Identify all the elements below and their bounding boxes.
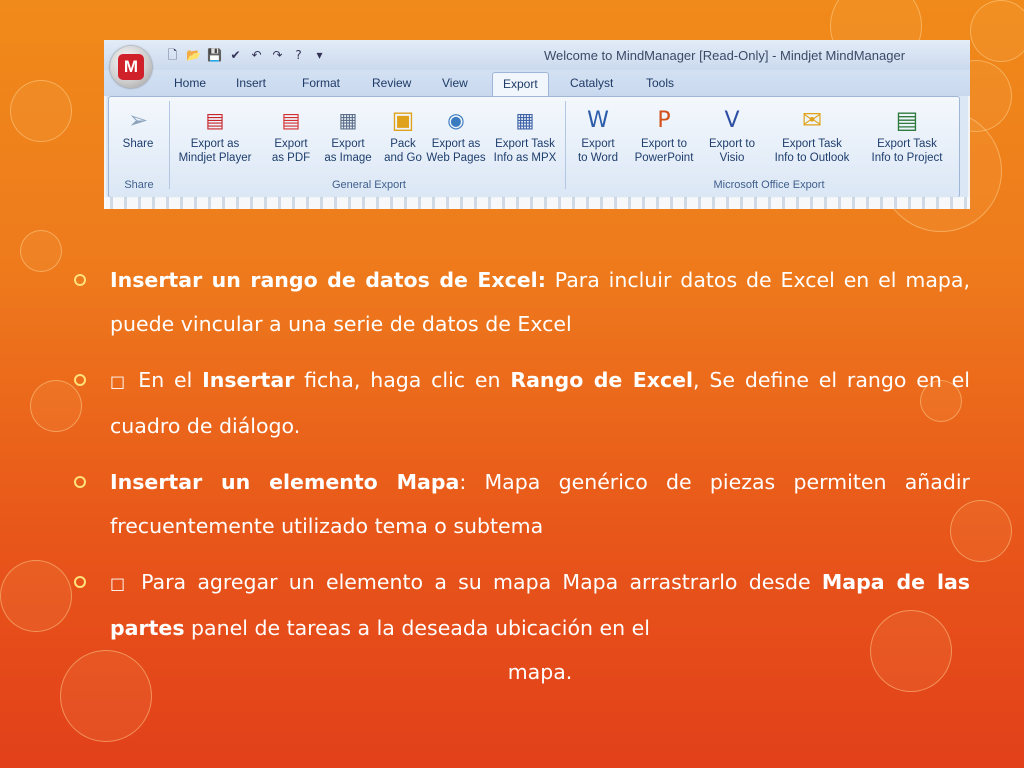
bullet-marker-icon: [74, 576, 86, 588]
bullet-item: □ En el Insertar ficha, haga clic en Ran…: [72, 358, 970, 448]
help-icon[interactable]: ?: [290, 47, 307, 63]
undo-icon[interactable]: ↶: [248, 47, 265, 63]
customize-icon[interactable]: ▾: [311, 47, 328, 63]
visio-icon: V: [724, 107, 740, 133]
window-title: Welcome to MindManager [Read-Only] - Min…: [544, 48, 906, 63]
torn-edge: [104, 197, 970, 209]
bullet-marker-icon: [74, 476, 86, 488]
web-page-icon: ◉: [447, 108, 465, 132]
tab-home[interactable]: Home: [174, 76, 206, 90]
export-task-project-button[interactable]: ▤ Export Task Info to Project: [859, 103, 955, 165]
ribbon-screenshot: 🗋 📂 💾 ✔ ↶ ↷ ? ▾ Welcome to MindManager […: [104, 40, 970, 209]
task-export-icon: ▦: [515, 108, 535, 132]
export-task-outlook-button[interactable]: ✉ Export Task Info to Outlook: [763, 103, 861, 165]
export-ribbon-panel: ➢ Share Share ▤ Export as Mindjet Player…: [108, 96, 960, 198]
tab-view[interactable]: View: [442, 76, 468, 90]
export-word-button[interactable]: W Export to Word: [567, 103, 629, 165]
share-button[interactable]: ➢ Share: [104, 103, 173, 151]
group-label-office-export: Microsoft Office Export: [713, 179, 825, 191]
bullet-item: □ Para agregar un elemento a su mapa Map…: [72, 560, 970, 694]
group-label-general-export: General Export: [332, 179, 406, 191]
export-task-mpx-button[interactable]: ▦ Export Task Info as MPX: [487, 103, 563, 165]
title-bar: 🗋 📂 💾 ✔ ↶ ↷ ? ▾ Welcome to MindManager […: [104, 40, 970, 70]
bullet-marker-icon: [74, 374, 86, 386]
save-icon[interactable]: 💾: [206, 47, 223, 63]
tab-format[interactable]: Format: [302, 76, 340, 90]
outlook-icon: ✉: [801, 106, 823, 134]
word-icon: W: [587, 107, 609, 133]
app-menu-button[interactable]: M: [110, 46, 152, 88]
image-document-icon: ▦: [338, 108, 358, 132]
redo-icon[interactable]: ↷: [269, 47, 286, 63]
missing-glyph-icon: □: [110, 574, 130, 593]
export-powerpoint-button[interactable]: P Export to PowerPoint: [623, 103, 705, 165]
export-pdf-button[interactable]: ▤ Export as PDF: [261, 103, 321, 165]
ribbon-tabs: Home Insert Format Review View Export Ca…: [104, 70, 970, 101]
quick-access-toolbar: 🗋 📂 💾 ✔ ↶ ↷ ? ▾: [164, 47, 328, 63]
package-icon: ▣: [391, 106, 415, 134]
paper-plane-icon: ➢: [127, 106, 149, 134]
export-mindjet-player-button[interactable]: ▤ Export as Mindjet Player: [171, 103, 259, 165]
export-web-pages-button[interactable]: ◉ Export as Web Pages: [423, 103, 489, 165]
powerpoint-icon: P: [657, 107, 671, 133]
tab-tools[interactable]: Tools: [646, 76, 674, 90]
mindjet-logo: M: [118, 54, 144, 80]
pdf-document-icon: ▤: [205, 108, 225, 132]
tab-review[interactable]: Review: [372, 76, 411, 90]
check-icon[interactable]: ✔: [227, 47, 244, 63]
bullet-marker-icon: [74, 274, 86, 286]
open-folder-icon[interactable]: 📂: [185, 47, 202, 63]
bullet-item: Insertar un rango de datos de Excel: Par…: [72, 258, 970, 346]
bullet-item: Insertar un elemento Mapa: Mapa genérico…: [72, 460, 970, 548]
tab-insert[interactable]: Insert: [236, 76, 266, 90]
export-visio-button[interactable]: V Export to Visio: [701, 103, 763, 165]
project-icon: ▤: [895, 106, 919, 134]
new-document-icon[interactable]: 🗋: [164, 47, 181, 63]
export-image-button[interactable]: ▦ Export as Image: [317, 103, 379, 165]
missing-glyph-icon: □: [110, 372, 129, 391]
pdf-icon: ▤: [281, 108, 301, 132]
tab-catalyst[interactable]: Catalyst: [570, 76, 613, 90]
group-label-share: Share: [124, 179, 154, 191]
bullet-list: Insertar un rango de datos de Excel: Par…: [72, 258, 970, 706]
